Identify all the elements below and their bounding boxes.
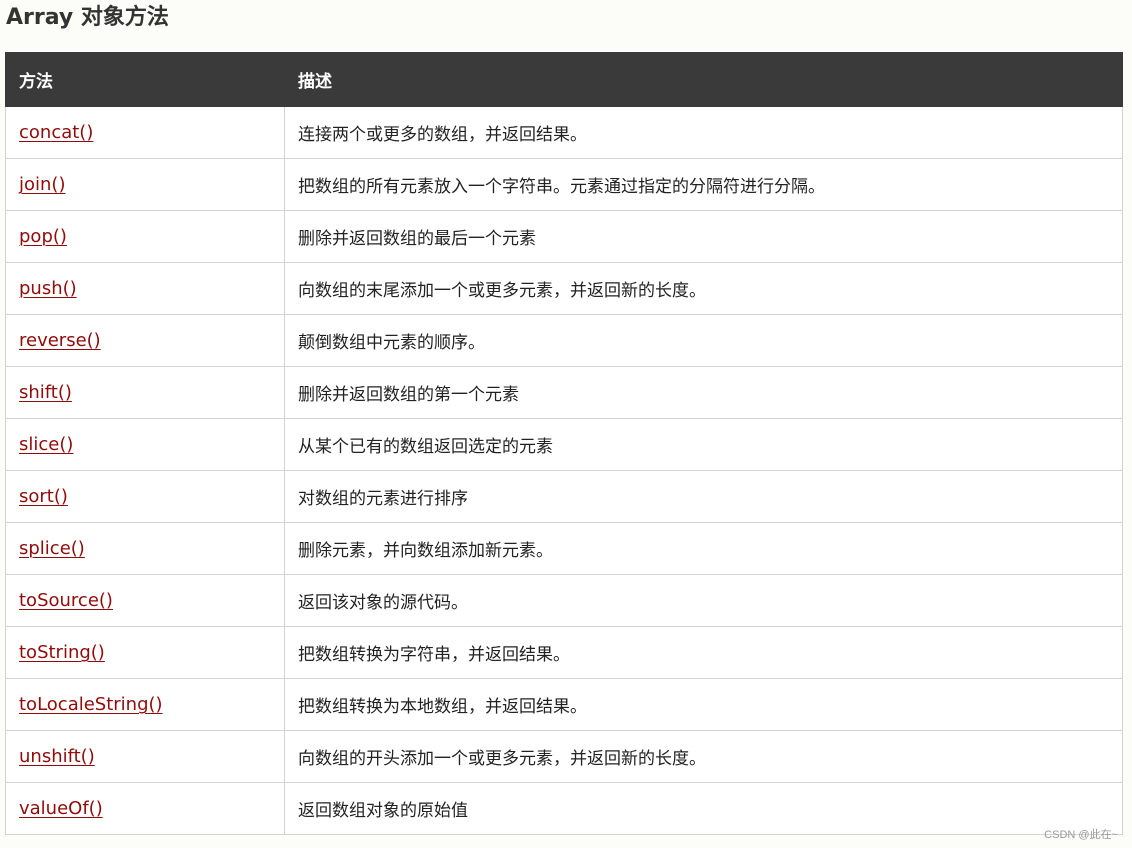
description-cell: 向数组的开头添加一个或更多元素，并返回新的长度。	[284, 730, 1123, 783]
table-row: shift() 删除并返回数组的第一个元素	[5, 366, 1123, 419]
method-description: 删除元素，并向数组添加新元素。	[298, 541, 553, 561]
method-link-push[interactable]: push()	[19, 278, 77, 299]
column-header-description: 描述	[284, 52, 1123, 107]
method-cell: reverse()	[5, 314, 285, 367]
method-description: 颠倒数组中元素的顺序。	[298, 333, 485, 353]
array-methods-table: 方法 描述 concat() 连接两个或更多的数组，并返回结果。 join() …	[5, 52, 1123, 835]
description-cell: 把数组转换为本地数组，并返回结果。	[284, 678, 1123, 731]
method-description: 连接两个或更多的数组，并返回结果。	[298, 125, 587, 145]
method-link-tostring[interactable]: toString()	[19, 642, 105, 663]
method-cell: slice()	[5, 418, 285, 471]
table-header-row: 方法 描述	[5, 52, 1123, 107]
description-cell: 把数组的所有元素放入一个字符串。元素通过指定的分隔符进行分隔。	[284, 158, 1123, 211]
table-row: toString() 把数组转换为字符串，并返回结果。	[5, 626, 1123, 679]
table-row: concat() 连接两个或更多的数组，并返回结果。	[5, 106, 1123, 159]
table-row: reverse() 颠倒数组中元素的顺序。	[5, 314, 1123, 367]
description-cell: 对数组的元素进行排序	[284, 470, 1123, 523]
watermark: CSDN @此在~	[1044, 829, 1118, 841]
description-cell: 返回数组对象的原始值	[284, 782, 1123, 835]
method-description: 返回该对象的源代码。	[298, 593, 468, 613]
method-description: 删除并返回数组的第一个元素	[298, 385, 519, 405]
method-description: 对数组的元素进行排序	[298, 489, 468, 509]
method-link-tosource[interactable]: toSource()	[19, 590, 113, 611]
method-link-reverse[interactable]: reverse()	[19, 330, 101, 351]
method-link-slice[interactable]: slice()	[19, 434, 73, 455]
method-link-valueof[interactable]: valueOf()	[19, 798, 103, 819]
method-cell: unshift()	[5, 730, 285, 783]
table-row: join() 把数组的所有元素放入一个字符串。元素通过指定的分隔符进行分隔。	[5, 158, 1123, 211]
column-header-method: 方法	[5, 52, 285, 107]
table-row: sort() 对数组的元素进行排序	[5, 470, 1123, 523]
table-row: toSource() 返回该对象的源代码。	[5, 574, 1123, 627]
table-row: push() 向数组的末尾添加一个或更多元素，并返回新的长度。	[5, 262, 1123, 315]
method-description: 向数组的开头添加一个或更多元素，并返回新的长度。	[298, 749, 706, 769]
method-description: 把数组的所有元素放入一个字符串。元素通过指定的分隔符进行分隔。	[298, 177, 825, 197]
description-cell: 连接两个或更多的数组，并返回结果。	[284, 106, 1123, 159]
description-cell: 向数组的末尾添加一个或更多元素，并返回新的长度。	[284, 262, 1123, 315]
method-link-pop[interactable]: pop()	[19, 226, 67, 247]
table-row: pop() 删除并返回数组的最后一个元素	[5, 210, 1123, 263]
method-cell: join()	[5, 158, 285, 211]
method-link-splice[interactable]: splice()	[19, 538, 85, 559]
method-link-sort[interactable]: sort()	[19, 486, 68, 507]
method-description: 删除并返回数组的最后一个元素	[298, 229, 536, 249]
method-description: 从某个已有的数组返回选定的元素	[298, 437, 553, 457]
method-cell: toSource()	[5, 574, 285, 627]
method-cell: valueOf()	[5, 782, 285, 835]
method-link-shift[interactable]: shift()	[19, 382, 72, 403]
description-cell: 从某个已有的数组返回选定的元素	[284, 418, 1123, 471]
description-cell: 返回该对象的源代码。	[284, 574, 1123, 627]
method-link-unshift[interactable]: unshift()	[19, 746, 95, 767]
method-cell: toLocaleString()	[5, 678, 285, 731]
table-row: valueOf() 返回数组对象的原始值	[5, 782, 1123, 835]
table-row: toLocaleString() 把数组转换为本地数组，并返回结果。	[5, 678, 1123, 731]
method-description: 把数组转换为本地数组，并返回结果。	[298, 697, 587, 717]
description-cell: 颠倒数组中元素的顺序。	[284, 314, 1123, 367]
description-cell: 把数组转换为字符串，并返回结果。	[284, 626, 1123, 679]
method-link-concat[interactable]: concat()	[19, 122, 93, 143]
method-cell: shift()	[5, 366, 285, 419]
description-cell: 删除并返回数组的最后一个元素	[284, 210, 1123, 263]
page-title: Array 对象方法	[6, 5, 169, 30]
table-row: slice() 从某个已有的数组返回选定的元素	[5, 418, 1123, 471]
table-row: unshift() 向数组的开头添加一个或更多元素，并返回新的长度。	[5, 730, 1123, 783]
method-cell: toString()	[5, 626, 285, 679]
method-cell: push()	[5, 262, 285, 315]
method-link-join[interactable]: join()	[19, 174, 65, 195]
method-cell: splice()	[5, 522, 285, 575]
table-row: splice() 删除元素，并向数组添加新元素。	[5, 522, 1123, 575]
method-link-tolocalestring[interactable]: toLocaleString()	[19, 694, 163, 715]
method-description: 把数组转换为字符串，并返回结果。	[298, 645, 570, 665]
method-cell: sort()	[5, 470, 285, 523]
method-description: 返回数组对象的原始值	[298, 801, 468, 821]
method-cell: pop()	[5, 210, 285, 263]
method-description: 向数组的末尾添加一个或更多元素，并返回新的长度。	[298, 281, 706, 301]
description-cell: 删除元素，并向数组添加新元素。	[284, 522, 1123, 575]
description-cell: 删除并返回数组的第一个元素	[284, 366, 1123, 419]
method-cell: concat()	[5, 106, 285, 159]
